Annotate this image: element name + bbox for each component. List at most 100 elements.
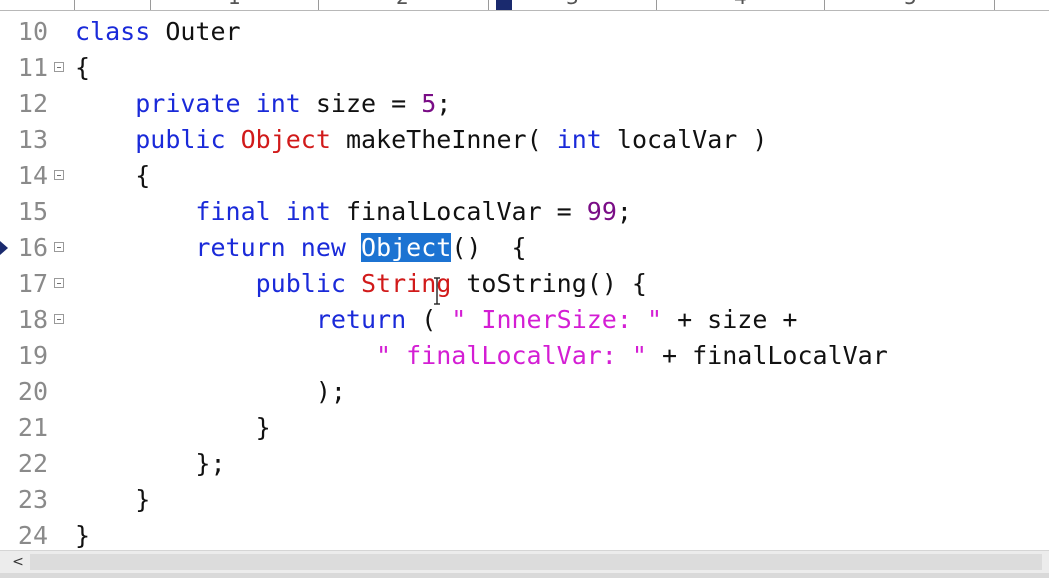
text-cursor-icon <box>434 277 440 305</box>
code-line[interactable]: 21 } <box>0 410 1049 446</box>
fold-toggle-icon[interactable] <box>54 170 64 180</box>
ruler-tick <box>994 0 995 10</box>
code-text[interactable]: { <box>75 158 150 194</box>
code-token: }; <box>75 449 226 478</box>
code-text[interactable]: class Outer <box>75 14 241 50</box>
line-number: 10 <box>17 17 48 46</box>
ruler-number: 1 <box>228 0 241 7</box>
fold-toggle-icon[interactable] <box>54 242 64 252</box>
line-number: 20 <box>17 377 48 406</box>
code-token: toString() { <box>451 269 647 298</box>
code-editor[interactable]: 10 class Outer 11 { 12 private int size … <box>0 10 1049 550</box>
code-line[interactable]: 16 return new Object() { <box>0 230 1049 266</box>
ruler-tick <box>488 0 489 10</box>
code-token: size = <box>300 89 422 118</box>
ruler-number: 3 <box>566 0 579 7</box>
keyword: class <box>75 17 151 46</box>
code-line[interactable]: 12 private int size = 5; <box>0 86 1049 122</box>
code-line[interactable]: 10 class Outer <box>0 14 1049 50</box>
keyword: public <box>135 125 226 154</box>
code-line[interactable]: 23 } <box>0 482 1049 518</box>
ruler-tick <box>824 0 825 10</box>
code-token: } <box>75 521 91 550</box>
fold-toggle-icon[interactable] <box>54 314 64 324</box>
code-text[interactable]: final int finalLocalVar = 99; <box>75 194 632 230</box>
code-token: } <box>75 485 151 514</box>
code-text[interactable]: " finalLocalVar: " + finalLocalVar <box>75 338 888 374</box>
code-text[interactable]: } <box>75 410 271 446</box>
line-number: 11 <box>17 53 48 82</box>
fold-toggle-icon[interactable] <box>54 62 64 72</box>
keyword: public <box>255 269 346 298</box>
code-line[interactable]: 19 " finalLocalVar: " + finalLocalVar <box>0 338 1049 374</box>
string-literal: " InnerSize: " <box>451 305 663 334</box>
code-text[interactable]: public String toString() { <box>75 266 647 302</box>
code-line[interactable]: 11 { <box>0 50 1049 86</box>
line-number: 21 <box>17 413 48 442</box>
code-text[interactable]: { <box>75 50 90 86</box>
code-line[interactable]: 20 ); <box>0 374 1049 410</box>
line-number: 16 <box>17 233 48 262</box>
code-text[interactable]: } <box>75 518 90 550</box>
keyword: return <box>315 305 407 334</box>
scroll-left-arrow-icon[interactable]: < <box>8 551 28 573</box>
code-line[interactable]: 13 public Object makeTheInner( int local… <box>0 122 1049 158</box>
fold-toggle-icon[interactable] <box>54 278 64 288</box>
line-number: 22 <box>17 449 48 478</box>
keyword: int <box>556 125 602 154</box>
code-text[interactable]: } <box>75 482 150 518</box>
code-token: } <box>75 413 271 442</box>
string-literal: " finalLocalVar: " <box>376 341 647 370</box>
ruler-number: 5 <box>904 0 917 7</box>
code-text[interactable]: public Object makeTheInner( int localVar… <box>75 122 767 158</box>
ruler-number: 2 <box>396 0 409 7</box>
code-token: { <box>75 53 91 82</box>
code-line[interactable]: 17 public String toString() { <box>0 266 1049 302</box>
code-text[interactable]: private int size = 5; <box>75 86 451 122</box>
ruler-tick <box>318 0 319 10</box>
horizontal-scrollbar[interactable]: < <box>0 550 1049 573</box>
keyword: int <box>255 89 301 118</box>
scrollbar-thumb[interactable] <box>30 554 1042 570</box>
keyword: int <box>285 197 331 226</box>
current-line-marker-icon <box>0 241 8 255</box>
number-literal: 5 <box>421 89 437 118</box>
code-token: makeTheInner( <box>330 125 557 154</box>
window-bottom-edge <box>0 573 1049 578</box>
code-token: { <box>75 161 151 190</box>
code-token: finalLocalVar = <box>330 197 587 226</box>
keyword: new <box>300 233 346 262</box>
caret-column-marker <box>496 0 512 10</box>
line-number: 12 <box>17 89 48 118</box>
line-number: 24 <box>17 521 48 550</box>
code-token: Outer <box>150 17 241 46</box>
code-token: ; <box>616 197 632 226</box>
selected-text[interactable]: Object <box>361 233 452 262</box>
code-text[interactable]: ); <box>75 374 346 410</box>
code-line[interactable]: 22 }; <box>0 446 1049 482</box>
code-token: ( <box>406 305 452 334</box>
line-number: 14 <box>17 161 48 190</box>
ruler-tick <box>150 0 151 10</box>
code-text[interactable]: return new Object() { <box>75 230 527 266</box>
type-name: Object <box>240 125 331 154</box>
code-line[interactable]: 15 final int finalLocalVar = 99; <box>0 194 1049 230</box>
code-text[interactable]: return ( " InnerSize: " + size + <box>75 302 798 338</box>
code-line[interactable]: 24 } <box>0 518 1049 550</box>
code-line[interactable]: 18 return ( " InnerSize: " + size + <box>0 302 1049 338</box>
keyword: private <box>135 89 241 118</box>
line-number: 17 <box>17 269 48 298</box>
code-text[interactable]: }; <box>75 446 226 482</box>
line-number: 19 <box>17 341 48 370</box>
code-token: () { <box>451 233 527 262</box>
code-line[interactable]: 14 { <box>0 158 1049 194</box>
